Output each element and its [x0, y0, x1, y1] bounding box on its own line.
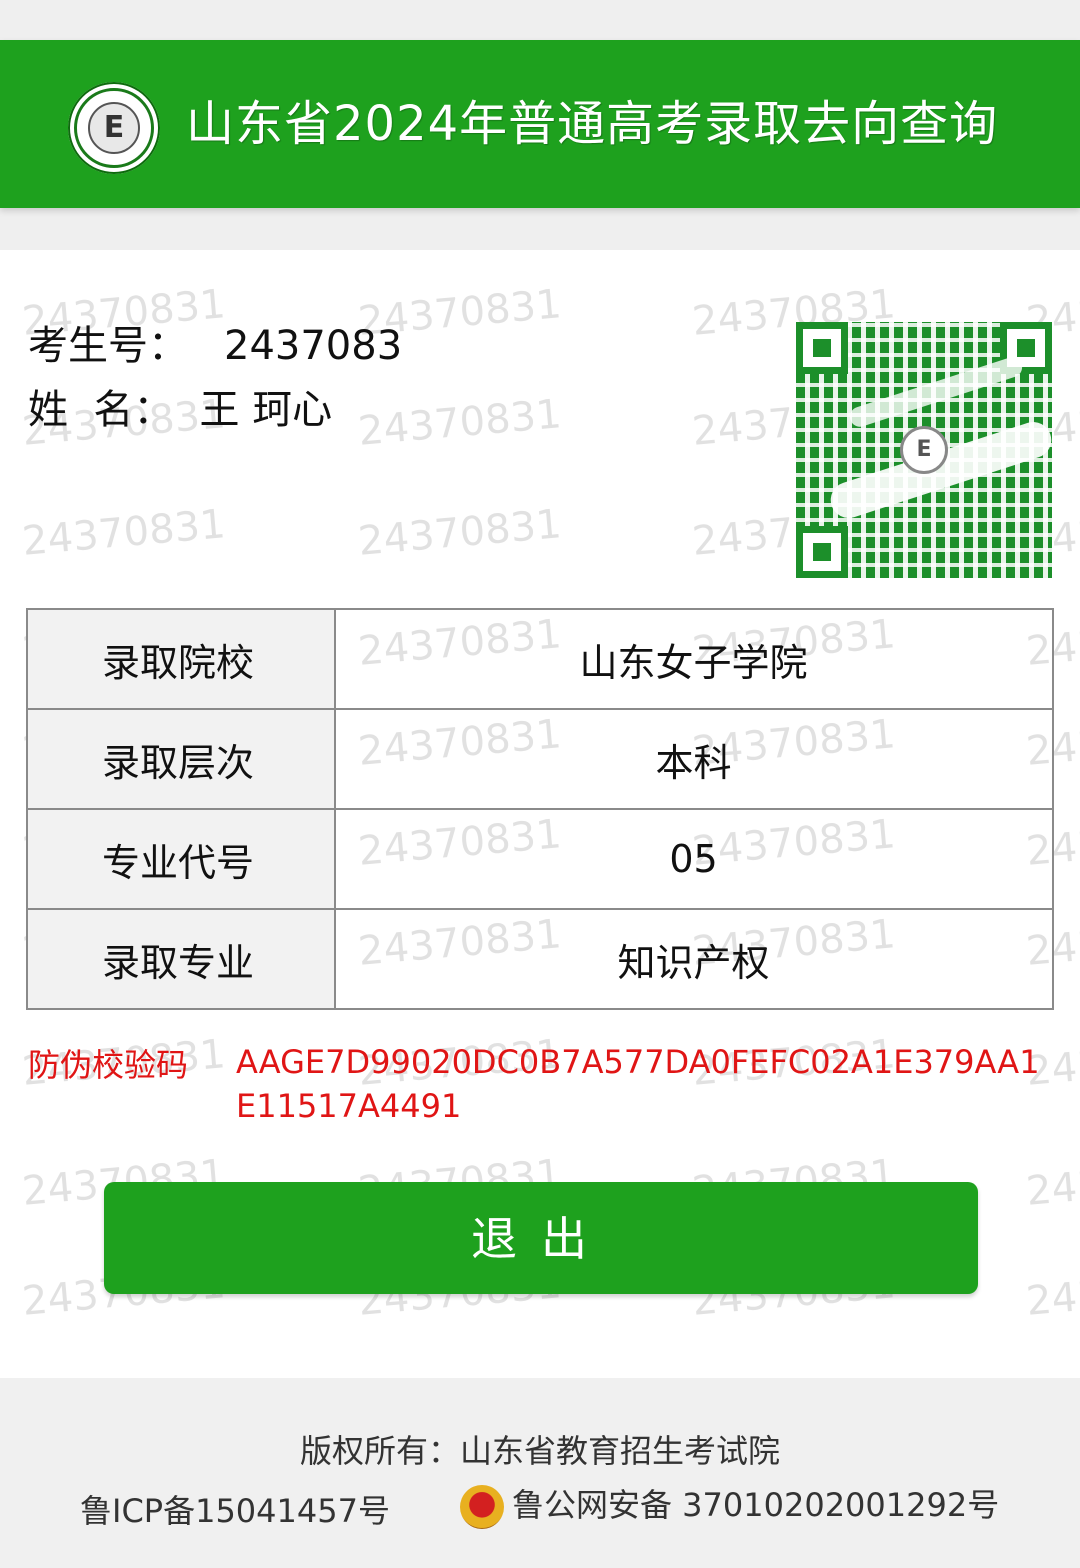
admission-school-label: 录取院校: [26, 608, 336, 710]
watermark-text: 24370831: [1024, 1261, 1080, 1325]
student-name-value: 王 珂心: [199, 387, 333, 433]
student-id-label: 考生号：: [28, 323, 188, 369]
major-code-label: 专业代号: [26, 808, 336, 910]
footer: 版权所有：山东省教育招生考试院 鲁ICP备15041457号 鲁公网安备 370…: [0, 1378, 1080, 1568]
exam-authority-logo-icon: E: [68, 82, 160, 174]
anti-fake-code: AAGE7D99020DC0B7A577DA0FEFC02A1E379AA1E1…: [236, 1043, 1040, 1125]
qr-code-icon: E: [796, 322, 1056, 578]
page-title: 山东省2024年普通高考录取去向查询: [186, 96, 999, 152]
student-id-value: 2437083: [224, 323, 403, 369]
admission-major-value: 知识产权: [334, 908, 1054, 1010]
student-name-row: 姓 名： 王 珂心: [28, 384, 332, 436]
watermark-text: 24370831: [20, 501, 228, 565]
icp-record-link[interactable]: 鲁ICP备15041457号: [80, 1486, 390, 1532]
admission-level-value: 本科: [334, 708, 1054, 810]
admission-major-label: 录取专业: [26, 908, 336, 1010]
student-name-label: 姓 名：: [28, 387, 174, 433]
watermark-text: 24370831: [1024, 1151, 1080, 1215]
admission-table: 录取院校 山东女子学院 录取层次 本科 专业代号 05 录取专业 知识产权: [26, 608, 1054, 1010]
major-code-value: 05: [334, 808, 1054, 910]
copyright-text: 版权所有：山东省教育招生考试院: [299, 1432, 780, 1470]
police-badge-icon: [460, 1485, 504, 1529]
admission-school-value: 山东女子学院: [334, 608, 1054, 710]
exit-button[interactable]: 退出: [104, 1182, 978, 1294]
header-bar: E 山东省2024年普通高考录取去向查询: [0, 40, 1080, 208]
admission-level-label: 录取层次: [26, 708, 336, 810]
watermark-text: 24370831: [356, 501, 564, 565]
table-row: 录取层次 本科: [26, 708, 1054, 810]
watermark-text: 24370831: [356, 391, 564, 455]
table-row: 录取院校 山东女子学院: [26, 608, 1054, 710]
police-record-text: 鲁公网安备 37010202001292号: [512, 1486, 1000, 1524]
police-record-link[interactable]: 鲁公网安备 37010202001292号: [460, 1480, 999, 1529]
student-id-row: 考生号： 2437083: [28, 320, 402, 372]
anti-fake-label: 防伪校验码: [28, 1046, 189, 1084]
table-row: 专业代号 05: [26, 808, 1054, 910]
result-card: 24370831 24370831 24370831 24370831 24370831…: [0, 250, 1080, 1378]
table-row: 录取专业 知识产权: [26, 908, 1054, 1010]
